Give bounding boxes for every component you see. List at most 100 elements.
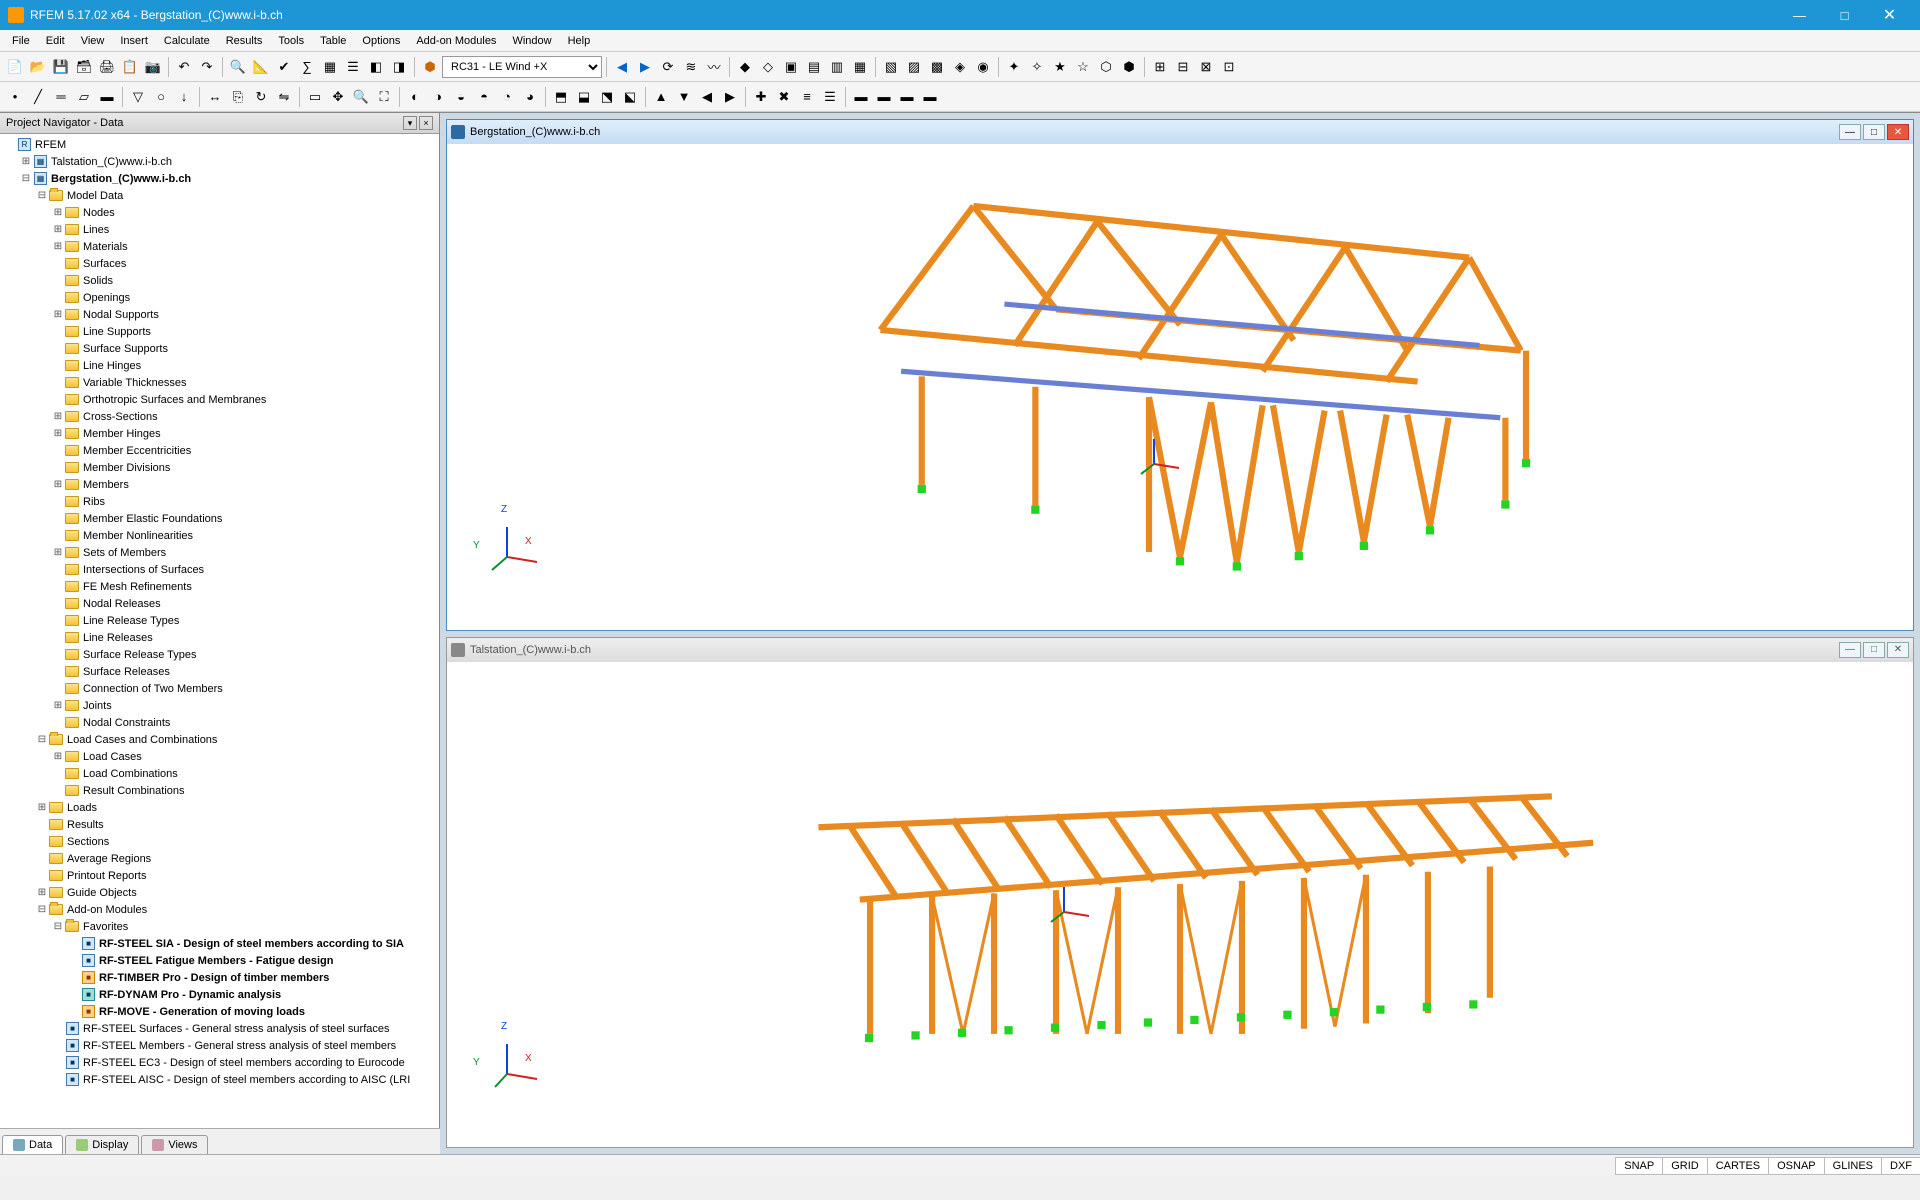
tb-misc-icon[interactable]: ◉	[972, 56, 994, 78]
expand-icon[interactable]: ⊞	[52, 207, 64, 218]
tb-select-icon[interactable]: ▭	[304, 86, 326, 108]
tb-misc-icon[interactable]: ✖	[773, 86, 795, 108]
expand-icon[interactable]: ⊞	[20, 156, 32, 167]
tree-item[interactable]: Nodal Releases	[0, 595, 439, 612]
tb-misc-icon[interactable]: ▬	[873, 86, 895, 108]
status-dxf[interactable]: DXF	[1881, 1157, 1920, 1175]
tree-item[interactable]: ⊞Joints	[0, 697, 439, 714]
status-grid[interactable]: GRID	[1662, 1157, 1708, 1175]
tree-item[interactable]: Line Release Types	[0, 612, 439, 629]
viewport-talstation[interactable]: ZXY	[447, 662, 1913, 1148]
expand-icon[interactable]: ⊞	[52, 751, 64, 762]
status-snap[interactable]: SNAP	[1615, 1157, 1663, 1175]
tree-item[interactable]: ⊟Add-on Modules	[0, 901, 439, 918]
tb-nav-icon[interactable]: ◨	[388, 56, 410, 78]
minimize-button[interactable]: —	[1777, 0, 1822, 30]
tb-pan-icon[interactable]: ✥	[327, 86, 349, 108]
tb-misc-icon[interactable]: ✦	[1003, 56, 1025, 78]
tb-deform-icon[interactable]: 〰	[703, 56, 725, 78]
expand-icon[interactable]: ⊟	[36, 904, 48, 915]
tb-misc-icon[interactable]: ≡	[796, 86, 818, 108]
tb-misc-icon[interactable]: ◑	[427, 86, 449, 108]
tb-save-icon[interactable]: 💾	[50, 56, 72, 78]
tb-misc-icon[interactable]: ⊞	[1149, 56, 1171, 78]
tb-orbit-icon[interactable]: ⟳	[657, 56, 679, 78]
expand-icon[interactable]: ⊞	[52, 547, 64, 558]
tree-item[interactable]: Line Supports	[0, 323, 439, 340]
tree-item[interactable]: ⊟Load Cases and Combinations	[0, 731, 439, 748]
tb-move-icon[interactable]: ↔	[204, 86, 226, 108]
tree-item[interactable]: ⊞Member Hinges	[0, 425, 439, 442]
mdi-close-button[interactable]: ✕	[1887, 124, 1909, 140]
tree-item[interactable]: ■RF-STEEL Members - General stress analy…	[0, 1037, 439, 1054]
tb-misc-icon[interactable]: ▲	[650, 86, 672, 108]
tb-misc-icon[interactable]: ✧	[1026, 56, 1048, 78]
tb-misc-icon[interactable]: ◔	[496, 86, 518, 108]
tb-misc-icon[interactable]: ▧	[880, 56, 902, 78]
tree-item[interactable]: ■RF-TIMBER Pro - Design of timber member…	[0, 969, 439, 986]
tree-item[interactable]: FE Mesh Refinements	[0, 578, 439, 595]
tb-module-icon[interactable]: ⬢	[419, 56, 441, 78]
tree-item[interactable]: ■RF-DYNAM Pro - Dynamic analysis	[0, 986, 439, 1003]
tree-item[interactable]: ■RF-STEEL SIA - Design of steel members …	[0, 935, 439, 952]
mdi-minimize-button[interactable]: —	[1839, 642, 1861, 658]
tree-item[interactable]: Result Combinations	[0, 782, 439, 799]
tb-misc-icon[interactable]: ◇	[757, 56, 779, 78]
tb-misc-icon[interactable]: ▦	[849, 56, 871, 78]
tb-undo-icon[interactable]: ↶	[173, 56, 195, 78]
expand-icon[interactable]: ⊞	[52, 224, 64, 235]
tb-report-icon[interactable]: 📋	[119, 56, 141, 78]
tree-item[interactable]: ⊞Materials	[0, 238, 439, 255]
menu-item-edit[interactable]: Edit	[38, 33, 73, 49]
expand-icon[interactable]: ⊟	[36, 190, 48, 201]
tb-surface-icon[interactable]: ▱	[73, 86, 95, 108]
tb-misc-icon[interactable]: ☆	[1072, 56, 1094, 78]
tb-hinge-icon[interactable]: ○	[150, 86, 172, 108]
menu-item-file[interactable]: File	[4, 33, 38, 49]
tree-item[interactable]: ⊞Guide Objects	[0, 884, 439, 901]
tree-item[interactable]: ■RF-STEEL EC3 - Design of steel members …	[0, 1054, 439, 1071]
tree-item[interactable]: ■RF-STEEL Fatigue Members - Fatigue desi…	[0, 952, 439, 969]
menu-item-table[interactable]: Table	[312, 33, 354, 49]
tb-check-icon[interactable]: ✔	[273, 56, 295, 78]
tb-results-icon[interactable]: ≋	[680, 56, 702, 78]
menu-item-options[interactable]: Options	[354, 33, 408, 49]
tree-item[interactable]: Member Divisions	[0, 459, 439, 476]
mdi-title-bar[interactable]: Bergstation_(C)www.i-b.ch — □ ✕	[447, 120, 1913, 144]
tree-item[interactable]: Ribs	[0, 493, 439, 510]
tb-misc-icon[interactable]: ▬	[919, 86, 941, 108]
expand-icon[interactable]: ⊟	[36, 734, 48, 745]
tree-item[interactable]: ⊞Cross-Sections	[0, 408, 439, 425]
tb-misc-icon[interactable]: ▣	[780, 56, 802, 78]
tb-misc-icon[interactable]: ⬔	[596, 86, 618, 108]
tree-item[interactable]: Member Nonlinearities	[0, 527, 439, 544]
tb-misc-icon[interactable]: ▬	[896, 86, 918, 108]
tb-misc-icon[interactable]: ⊡	[1218, 56, 1240, 78]
tree-item[interactable]: ⊞Load Cases	[0, 748, 439, 765]
tb-misc-icon[interactable]: ⬢	[1118, 56, 1140, 78]
menu-item-view[interactable]: View	[73, 33, 113, 49]
tree-item[interactable]: ■RF-STEEL Surfaces - General stress anal…	[0, 1020, 439, 1037]
tb-misc-icon[interactable]: ▬	[850, 86, 872, 108]
tree-item[interactable]: Load Combinations	[0, 765, 439, 782]
tb-misc-icon[interactable]: ▥	[826, 56, 848, 78]
tb-redo-icon[interactable]: ↷	[196, 56, 218, 78]
tb-misc-icon[interactable]: ⬕	[619, 86, 641, 108]
tb-misc-icon[interactable]: ⊟	[1172, 56, 1194, 78]
navigator-close-icon[interactable]: ×	[419, 116, 433, 130]
tb-mirror-icon[interactable]: ⇋	[273, 86, 295, 108]
tb-misc-icon[interactable]: ⬓	[573, 86, 595, 108]
status-glines[interactable]: GLINES	[1824, 1157, 1882, 1175]
tb-measure-icon[interactable]: 📐	[250, 56, 272, 78]
tb-misc-icon[interactable]: ▶	[719, 86, 741, 108]
expand-icon[interactable]: ⊞	[36, 887, 48, 898]
tb-misc-icon[interactable]: ⬒	[550, 86, 572, 108]
tb-calc-icon[interactable]: ∑	[296, 56, 318, 78]
tb-misc-icon[interactable]: ▼	[673, 86, 695, 108]
tree-item[interactable]: ⊞Members	[0, 476, 439, 493]
tb-misc-icon[interactable]: ⊠	[1195, 56, 1217, 78]
tree-item[interactable]: Average Regions	[0, 850, 439, 867]
tab-display[interactable]: Display	[65, 1135, 139, 1154]
tb-panel-icon[interactable]: ◧	[365, 56, 387, 78]
mdi-close-button[interactable]: ✕	[1887, 642, 1909, 658]
